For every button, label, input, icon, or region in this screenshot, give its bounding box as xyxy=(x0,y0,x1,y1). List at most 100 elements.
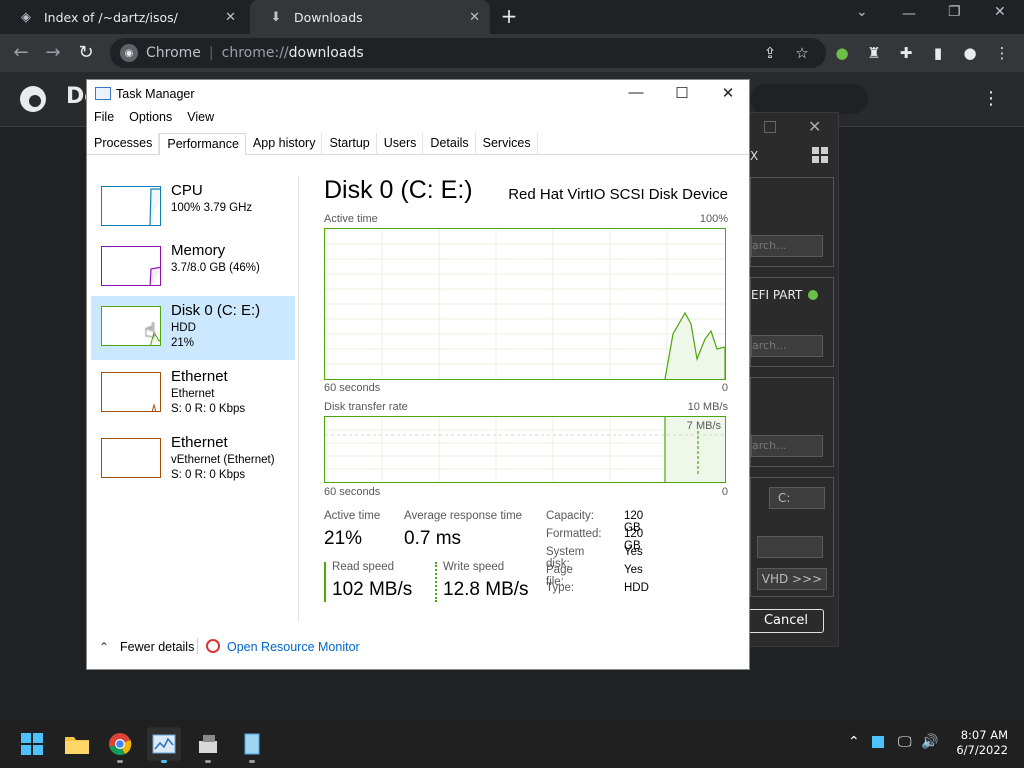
ethernet-thumbnail-graph xyxy=(101,438,161,478)
chrome-menu-icon[interactable]: ⋮ xyxy=(992,43,1012,63)
restore-icon[interactable]: ❐ xyxy=(948,4,961,20)
close-tab-icon[interactable]: ✕ xyxy=(225,10,236,25)
volume-icon[interactable]: 🔊 xyxy=(921,734,938,750)
system-clock[interactable]: 8:07 AM 6/7/2022 xyxy=(946,728,1008,758)
search-field[interactable]: arch... xyxy=(751,335,823,357)
tab-app-history[interactable]: App history xyxy=(246,133,323,155)
graph-x-right: 0 xyxy=(721,486,728,498)
forward-button[interactable]: → xyxy=(42,42,64,64)
extension-green-icon[interactable]: ● xyxy=(832,43,852,63)
chrome-button[interactable] xyxy=(103,727,137,763)
cancel-button[interactable]: Cancel xyxy=(748,609,824,633)
resource-name: CPU xyxy=(171,182,203,199)
sidepanel-icon[interactable]: ▮ xyxy=(928,43,948,63)
downloads-search-input[interactable] xyxy=(750,84,868,114)
browser-toolbar: ← → ↻ ◉ Chrome | chrome:// downloads ⇪ ☆… xyxy=(0,34,1024,72)
resource-item-memory[interactable]: Memory 3.7/8.0 GB (46%) xyxy=(91,236,295,300)
maximize-icon[interactable] xyxy=(764,121,776,133)
profile-icon[interactable]: ● xyxy=(960,43,980,63)
fewer-details-button[interactable]: Fewer details xyxy=(120,640,194,654)
menu-options[interactable]: Options xyxy=(122,110,180,130)
app-button[interactable] xyxy=(235,727,269,763)
memory-thumbnail-graph xyxy=(101,246,161,286)
resource-name: Memory xyxy=(171,242,226,259)
reload-button[interactable]: ↻ xyxy=(75,42,97,64)
menu-file[interactable]: File xyxy=(87,110,122,130)
read-speed-label: Read speed xyxy=(332,561,395,573)
omnibox-separator: | xyxy=(208,45,214,61)
tab-processes[interactable]: Processes xyxy=(87,133,160,155)
group-box: C: VHD >>> xyxy=(750,477,834,597)
tab-details[interactable]: Details xyxy=(423,133,476,155)
chevron-up-icon[interactable]: ⌃ xyxy=(99,640,109,654)
address-bar[interactable]: ◉ Chrome | chrome:// downloads xyxy=(110,38,826,68)
bookmark-star-icon[interactable]: ☆ xyxy=(792,43,812,63)
taskbar: ⌃ 🖵 🔊 8:07 AM 6/7/2022 xyxy=(0,720,1024,768)
write-speed-label: Write speed xyxy=(443,561,505,573)
running-indicator xyxy=(161,760,167,763)
resource-throughput: S: 0 R: 0 Kbps xyxy=(171,403,246,415)
network-icon[interactable]: 🖵 xyxy=(898,734,912,750)
graph-max-label: 10 MB/s xyxy=(687,401,728,413)
close-window-icon[interactable]: ✕ xyxy=(994,4,1006,20)
minimize-icon[interactable]: — xyxy=(902,6,916,22)
close-icon[interactable]: ✕ xyxy=(808,117,821,136)
resource-item-cpu[interactable]: CPU 100% 3.79 GHz xyxy=(91,176,295,240)
page-icon: ◈ xyxy=(21,9,31,25)
tab-index-isos[interactable]: ◈ Index of /~dartz/isos/ ✕ xyxy=(0,0,246,34)
puzzle-icon[interactable]: ✚ xyxy=(896,43,916,63)
tab-users[interactable]: Users xyxy=(377,133,424,155)
close-tab-icon[interactable]: ✕ xyxy=(469,10,480,25)
drive-letter-select[interactable]: C: xyxy=(769,487,825,509)
tray-app-icon[interactable] xyxy=(872,736,884,748)
read-speed-marker xyxy=(324,562,326,602)
property-key: Formatted: xyxy=(546,528,602,540)
extension-shield-icon[interactable]: ♜ xyxy=(864,43,884,63)
running-indicator xyxy=(205,760,211,763)
dialog-heading-fragment: X xyxy=(750,149,759,163)
close-button[interactable]: ✕ xyxy=(713,84,743,102)
chrome-site-icon[interactable]: ◉ xyxy=(120,44,138,62)
tab-performance[interactable]: Performance xyxy=(159,133,246,156)
avg-response-label: Average response time xyxy=(404,510,523,522)
resource-usage: 21% xyxy=(171,337,195,349)
task-manager-taskbar-button[interactable] xyxy=(147,727,181,763)
more-actions-icon[interactable]: ⋮ xyxy=(982,88,1000,109)
open-resource-monitor-link[interactable]: Open Resource Monitor xyxy=(227,640,360,654)
cpu-thumbnail-graph xyxy=(101,186,161,226)
maximize-button[interactable]: ☐ xyxy=(667,84,697,102)
search-field[interactable]: arch... xyxy=(751,435,823,457)
tab-startup[interactable]: Startup xyxy=(322,133,377,155)
tab-search-chevron-icon[interactable]: ⌄ xyxy=(856,4,868,20)
minimize-button[interactable]: — xyxy=(621,84,651,101)
share-icon[interactable]: ⇪ xyxy=(760,43,780,63)
clock-date: 6/7/2022 xyxy=(956,743,1008,757)
tab-services[interactable]: Services xyxy=(476,133,538,155)
resource-item-ethernet[interactable]: Ethernet Ethernet S: 0 R: 0 Kbps xyxy=(91,362,295,426)
group-box: EFI PART arch... xyxy=(750,277,834,367)
resource-item-disk0[interactable]: Disk 0 (C: E:) HDD 21% xyxy=(91,296,295,360)
graph-x-left: 60 seconds xyxy=(324,382,381,394)
start-button[interactable] xyxy=(15,727,49,761)
usb-tool-button[interactable] xyxy=(191,727,225,763)
running-indicator xyxy=(249,760,255,763)
option-select[interactable] xyxy=(757,536,823,558)
new-tab-button[interactable]: + xyxy=(498,6,520,28)
vhd-button[interactable]: VHD >>> xyxy=(757,568,827,590)
back-button[interactable]: ← xyxy=(10,42,32,64)
pane-divider[interactable] xyxy=(298,176,299,622)
background-dialog: ✕ X arch... EFI PART arch... arch... C: … xyxy=(745,112,839,647)
title-bar[interactable]: Task Manager — ☐ ✕ xyxy=(87,80,749,110)
resource-monitor-icon[interactable] xyxy=(206,639,220,653)
document-app-icon xyxy=(244,733,260,755)
tab-downloads[interactable]: ⬇ Downloads ✕ xyxy=(250,0,490,34)
menu-view[interactable]: View xyxy=(180,110,222,130)
resource-item-vethernet[interactable]: Ethernet vEthernet (Ethernet) S: 0 R: 0 … xyxy=(91,428,295,492)
resource-detail: HDD xyxy=(171,322,196,334)
show-hidden-icons-chevron[interactable]: ⌃ xyxy=(848,734,860,750)
omnibox-scheme-label: Chrome xyxy=(146,45,201,61)
running-indicator xyxy=(117,760,123,763)
graph-max-label: 100% xyxy=(699,213,728,225)
search-field[interactable]: arch... xyxy=(751,235,823,257)
file-explorer-button[interactable] xyxy=(60,727,94,761)
